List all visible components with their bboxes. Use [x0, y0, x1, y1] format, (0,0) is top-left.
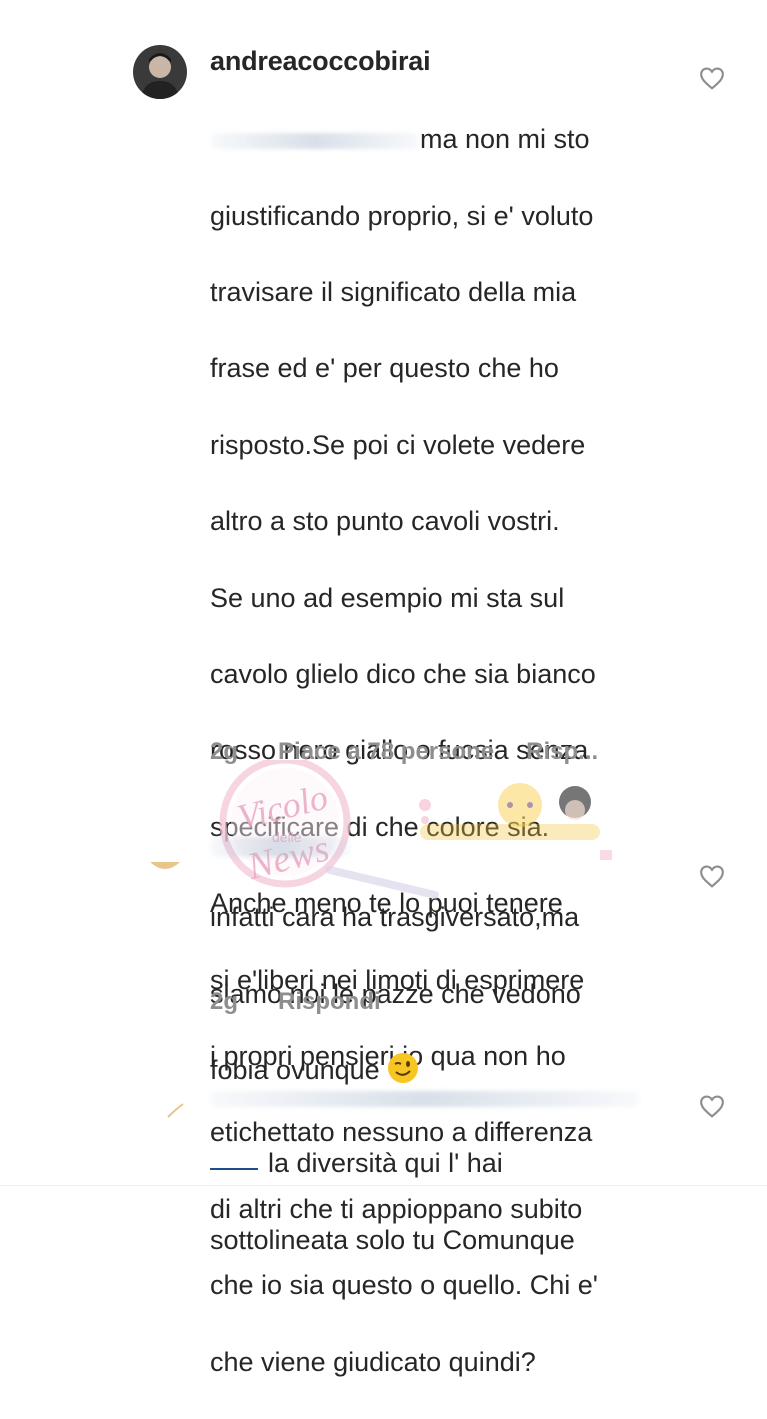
blurred-username	[210, 1090, 640, 1107]
comment-line: Se uno ad esempio mi sta sul	[210, 582, 565, 613]
reply-button[interactable]: Risp...	[526, 738, 598, 766]
comment-line: frase ed e' per questo che ho	[210, 353, 559, 384]
comment-time: 2g	[210, 738, 239, 765]
blurred-mention	[210, 133, 420, 150]
comment-line: sottolineata solo tu Comunque	[210, 1224, 575, 1255]
like-heart-icon[interactable]	[699, 864, 725, 888]
mention-underline[interactable]	[210, 1148, 258, 1171]
comment-2: infatti cara ha trasgiversato,ma siamo n…	[0, 820, 767, 1085]
like-heart-icon[interactable]	[699, 66, 725, 90]
comment-meta: 2g Piace a 78 persone Risp...	[210, 738, 598, 766]
comment-meta: 2g Rispondi	[210, 988, 381, 1016]
comment-3: la diversità qui l' hai sottolineata sol…	[0, 1060, 767, 1255]
comment-username-blurred[interactable]	[210, 830, 360, 857]
like-heart-icon[interactable]	[699, 1094, 725, 1118]
comment-line: ma non mi sto	[210, 120, 690, 158]
comment-username[interactable]: andreacoccobirai	[210, 46, 431, 77]
reply-button[interactable]: Rispondi	[278, 988, 381, 1016]
comment-line: infatti cara ha trasgiversato,ma	[210, 902, 580, 933]
comment-line: giustificando proprio, si e' voluto	[210, 200, 594, 231]
avatar[interactable]	[165, 1100, 185, 1120]
avatar[interactable]	[133, 45, 187, 99]
comment-time: 2g	[210, 988, 239, 1015]
comment-line: travisare il significato della mia	[210, 277, 577, 308]
comment-1: andreacoccobirai ma non mi sto giustific…	[0, 0, 767, 1377]
comment-line: altro a sto punto cavoli vostri.	[210, 506, 560, 537]
comment-line: risposto.Se poi ci volete vedere	[210, 429, 586, 460]
bottom-divider	[0, 1185, 767, 1186]
blurred-username	[210, 836, 350, 857]
comment-line: la diversità qui l' hai	[210, 1144, 690, 1182]
comment-line: che viene giudicato quindi?	[210, 1346, 536, 1377]
avatar[interactable]	[150, 844, 180, 874]
comment-line: cavolo glielo dico che sia bianco	[210, 659, 596, 690]
likes-count-link[interactable]: Piace a 78 persone	[278, 738, 494, 766]
comment-text: la diversità qui l' hai sottolineata sol…	[210, 1106, 690, 1297]
comment-username-blurred[interactable]	[210, 1082, 650, 1107]
